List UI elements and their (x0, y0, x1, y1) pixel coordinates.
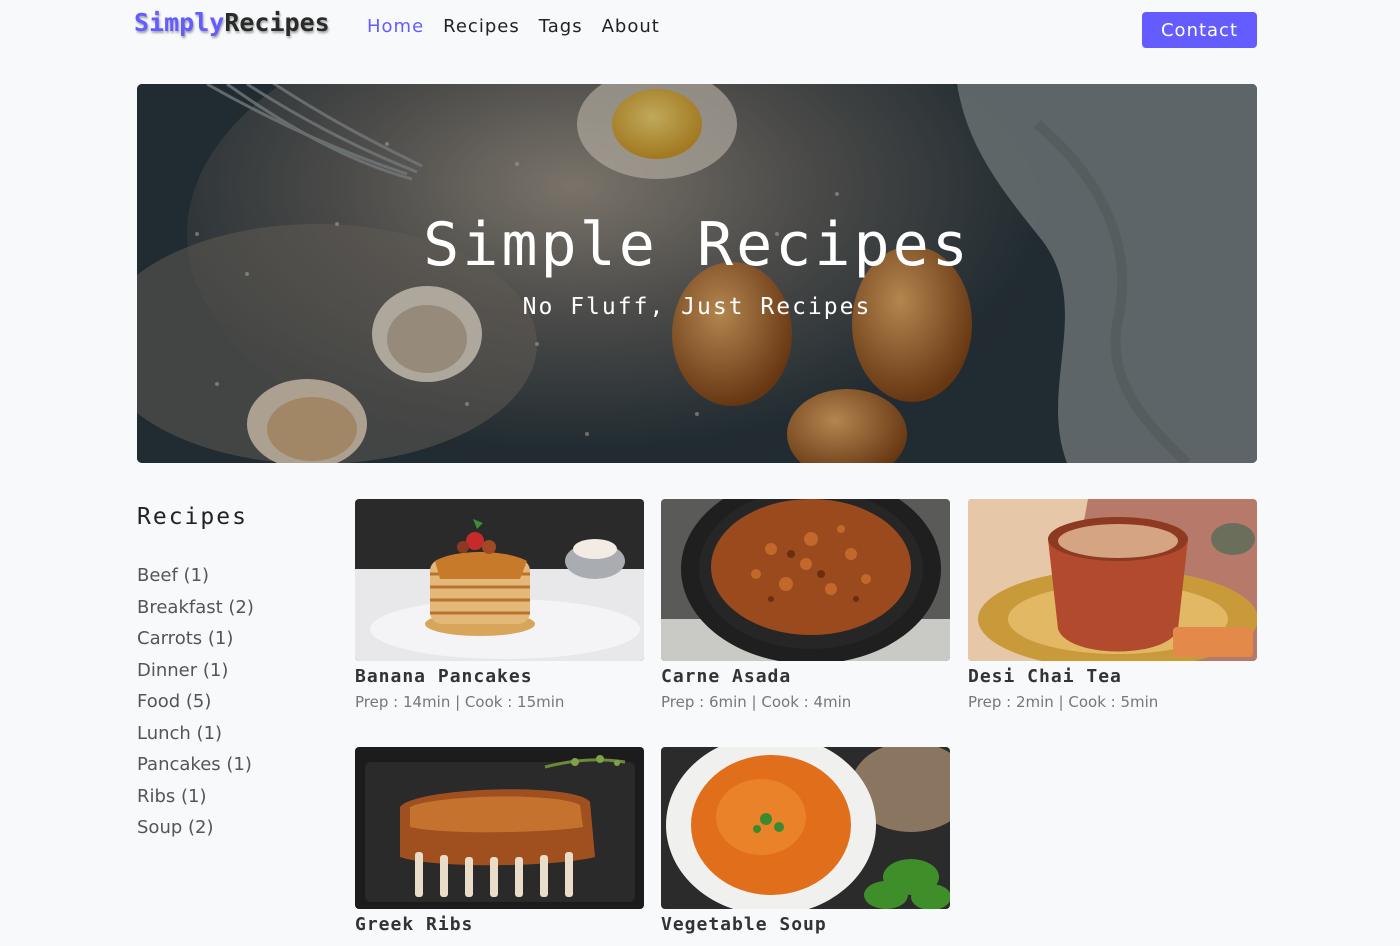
nav-link-home[interactable]: Home (367, 16, 424, 37)
tag-link-soup[interactable]: Soup (2) (137, 815, 254, 847)
tag-link-pancakes[interactable]: Pancakes (1) (137, 752, 254, 784)
hero-subtitle: No Fluff, Just Recipes (522, 294, 872, 320)
recipe-meta: Prep : 6min | Cook : 4min (661, 693, 852, 711)
nav-link-tags[interactable]: Tags (539, 16, 583, 37)
nav-link-recipes[interactable]: Recipes (443, 16, 520, 37)
recipe-card-vegetable-soup[interactable]: Vegetable Soup (661, 747, 950, 935)
nav-links: Home Recipes Tags About (367, 16, 679, 37)
logo-recipes: Recipes (224, 8, 330, 37)
site-logo[interactable]: SimplyRecipes (134, 8, 330, 37)
tag-link-carrots[interactable]: Carrots (1) (137, 626, 254, 658)
chai-photo (968, 499, 1257, 661)
soup-photo (661, 747, 950, 909)
ribs-photo (355, 747, 644, 909)
recipe-card-carne-asada[interactable]: Carne Asada Prep : 6min | Cook : 4min (661, 499, 950, 711)
hero-title: Simple Recipes (423, 210, 971, 280)
tag-link-beef[interactable]: Beef (1) (137, 563, 254, 595)
recipe-card-banana-pancakes[interactable]: Banana Pancakes Prep : 14min | Cook : 15… (355, 499, 644, 711)
nav-link-about[interactable]: About (602, 16, 660, 37)
tag-link-lunch[interactable]: Lunch (1) (137, 721, 254, 753)
recipe-title: Vegetable Soup (661, 914, 827, 935)
recipe-title: Carne Asada (661, 666, 792, 687)
tags-list: Beef (1) Breakfast (2) Carrots (1) Dinne… (137, 563, 254, 847)
recipe-card-desi-chai-tea[interactable]: Desi Chai Tea Prep : 2min | Cook : 5min (968, 499, 1257, 711)
contact-button[interactable]: Contact (1142, 12, 1257, 48)
tag-link-breakfast[interactable]: Breakfast (2) (137, 595, 254, 627)
pancakes-photo (355, 499, 644, 661)
logo-simply: Simply (134, 8, 225, 37)
recipe-card-greek-ribs[interactable]: Greek Ribs (355, 747, 644, 935)
top-navbar: SimplyRecipes Home Recipes Tags About Co… (0, 0, 1400, 58)
tag-link-food[interactable]: Food (5) (137, 689, 254, 721)
tag-link-dinner[interactable]: Dinner (1) (137, 658, 254, 690)
recipe-title: Desi Chai Tea (968, 666, 1122, 687)
recipe-meta: Prep : 14min | Cook : 15min (355, 693, 565, 711)
hero-banner: Simple Recipes No Fluff, Just Recipes (137, 84, 1257, 463)
recipe-title: Greek Ribs (355, 914, 474, 935)
carne-asada-photo (661, 499, 950, 661)
recipe-meta: Prep : 2min | Cook : 5min (968, 693, 1159, 711)
tag-link-ribs[interactable]: Ribs (1) (137, 784, 254, 816)
recipe-title: Banana Pancakes (355, 666, 533, 687)
tags-sidebar-title: Recipes (137, 504, 248, 530)
